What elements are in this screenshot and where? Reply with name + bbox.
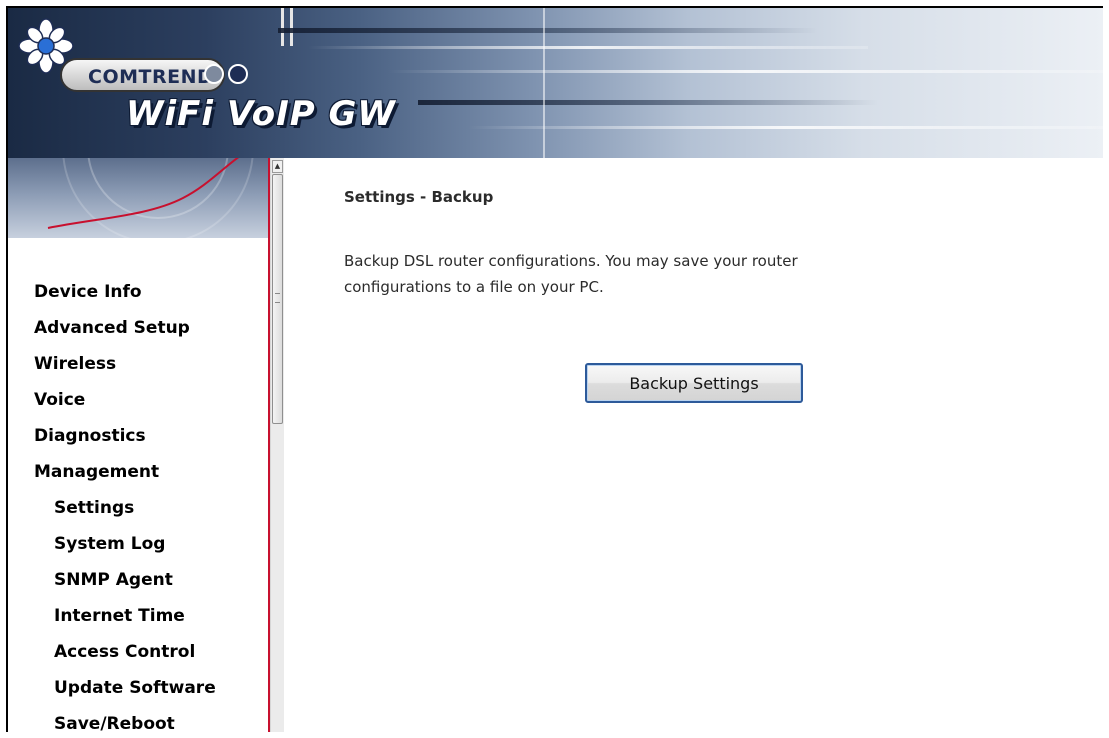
header-banner: COMTREND WiFi VoIP GW [8,8,1103,158]
nav-item-device-info[interactable]: Device Info [8,274,268,310]
brand-logo: COMTREND [60,58,226,92]
banner-decoration [468,126,1103,129]
nav-item-access-control[interactable]: Access Control [8,634,268,670]
sidebar-nav: Device Info Advanced Setup Wireless Voic… [8,158,270,732]
nav-item-snmp-agent[interactable]: SNMP Agent [8,562,268,598]
product-name: WiFi VoIP GW [126,94,396,134]
scroll-up-arrow-icon[interactable]: ▲ [272,160,283,173]
nav-item-management[interactable]: Management [8,454,268,490]
swoosh-decoration [47,158,254,238]
main-content: Settings - Backup Backup DSL router conf… [284,158,1103,732]
banner-decoration [418,100,878,105]
nav-item-advanced-setup[interactable]: Advanced Setup [8,310,268,346]
scroll-thumb[interactable] [272,174,283,424]
nav-item-voice[interactable]: Voice [8,382,268,418]
backup-settings-button[interactable]: Backup Settings [585,363,803,403]
nav-menu: Device Info Advanced Setup Wireless Voic… [8,274,268,732]
router-web-ui: COMTREND WiFi VoIP GW Device Info Advanc… [6,6,1103,732]
nav-item-system-log[interactable]: System Log [8,526,268,562]
banner-decoration [281,8,284,46]
nav-scrollbar[interactable]: ▲ [270,158,284,732]
page-title: Settings - Backup [344,188,494,206]
banner-decoration [278,28,818,33]
logo-dot [204,64,224,84]
nav-item-diagnostics[interactable]: Diagnostics [8,418,268,454]
page-description: Backup DSL router configurations. You ma… [344,252,798,296]
nav-item-save-reboot[interactable]: Save/Reboot [8,706,268,732]
banner-decoration [290,8,293,46]
nav-header-art [8,158,268,238]
grip-icon [275,293,280,303]
nav-item-settings[interactable]: Settings [8,490,268,526]
nav-item-internet-time[interactable]: Internet Time [8,598,268,634]
logo-dot [228,64,248,84]
banner-decoration [388,70,1103,73]
banner-decoration [308,46,868,49]
banner-divider [543,8,545,158]
nav-item-update-software[interactable]: Update Software [8,670,268,706]
nav-item-wireless[interactable]: Wireless [8,346,268,382]
